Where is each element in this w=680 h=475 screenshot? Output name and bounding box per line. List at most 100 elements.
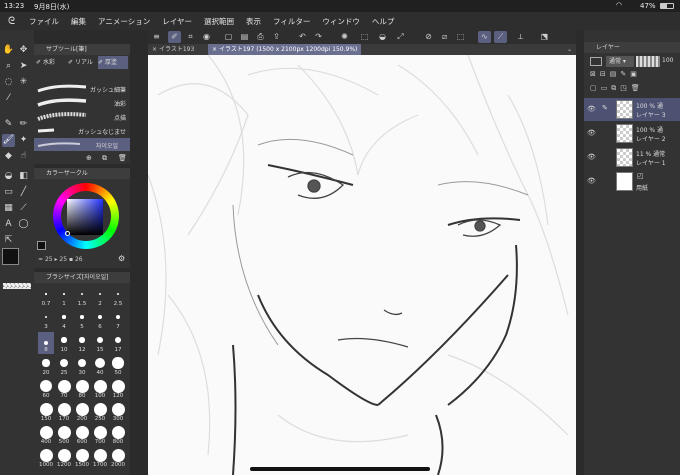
brush-size-option[interactable]	[38, 424, 54, 440]
brush-size-option[interactable]	[74, 309, 90, 325]
reference-icon[interactable]: ⬔	[538, 31, 551, 43]
eraser-icon[interactable]: ◆	[2, 150, 15, 163]
brush-size-option[interactable]	[110, 424, 126, 440]
brush-size-option[interactable]	[74, 355, 90, 371]
brush-item[interactable]: ガッシュ細筆	[34, 82, 130, 95]
merge-icon[interactable]: ⧉	[611, 84, 620, 92]
stabilization-icon[interactable]: ∿	[478, 31, 491, 43]
saturation-value-square[interactable]	[67, 199, 103, 235]
brush-size-option[interactable]	[74, 447, 90, 463]
text-icon[interactable]: A	[2, 218, 15, 231]
fill-icon[interactable]: ◒	[2, 170, 15, 183]
brush-mode-icon[interactable]: ✐	[168, 31, 181, 43]
brush-size-option[interactable]	[92, 401, 108, 417]
crop-icon[interactable]: ⧄	[438, 31, 451, 43]
pencil-icon[interactable]: ✏	[17, 118, 30, 131]
menu-edit[interactable]: 編集	[65, 16, 92, 27]
brush-size-option[interactable]	[74, 332, 90, 348]
layer-row[interactable]: 👁 100 % 通 レイヤー 2	[584, 122, 680, 145]
brush-size-option[interactable]	[56, 355, 72, 371]
tab-thick-paint[interactable]: ✐ 厚塗	[98, 56, 128, 69]
color-picker-cursor[interactable]	[65, 231, 70, 236]
transform-icon[interactable]: ⤢	[394, 31, 407, 43]
tab-watercolor[interactable]: ✐ 水彩	[36, 57, 66, 68]
draft-icon[interactable]: ✎	[620, 70, 630, 78]
export-icon[interactable]: ⇪	[270, 31, 283, 43]
blend-mode-select[interactable]: 通常 ▾	[606, 56, 634, 67]
brush-size-option[interactable]	[110, 401, 126, 417]
brush-size-option[interactable]	[56, 401, 72, 417]
transparent-color-swatch[interactable]	[3, 283, 31, 289]
ruler-toggle-icon[interactable]: ⟂	[514, 31, 527, 43]
brush-item[interactable]: ガッシュなじませ	[34, 124, 130, 137]
brush-size-option[interactable]	[56, 378, 72, 394]
brush-size-option[interactable]	[92, 355, 108, 371]
deselect-icon[interactable]: ⬚	[454, 31, 467, 43]
brush-size-option[interactable]	[92, 424, 108, 440]
layer-row[interactable]: 👁 11 % 通常 レイヤー 1	[584, 146, 680, 169]
brush-size-option[interactable]	[74, 286, 90, 302]
brush-item-selected[interactable]: 자이오일	[34, 138, 130, 151]
frame-icon[interactable]: ▦	[2, 202, 15, 215]
new-layer-icon[interactable]: ▢	[590, 84, 601, 92]
brush-size-option[interactable]	[110, 378, 126, 394]
brush-size-option[interactable]	[110, 286, 126, 302]
menu-help[interactable]: ヘルプ	[366, 16, 401, 27]
clip-icon[interactable]: ⊟	[600, 70, 610, 78]
current-color-swatch[interactable]	[37, 241, 46, 250]
pressure-icon[interactable]: ⟋	[494, 31, 507, 43]
brush-size-option[interactable]	[110, 355, 126, 371]
brush-size-option[interactable]	[110, 447, 126, 463]
brush-size-option[interactable]	[92, 286, 108, 302]
operation-icon[interactable]: ➤	[17, 60, 30, 73]
airbrush-icon[interactable]: ✦	[17, 134, 30, 147]
add-subtool-icon[interactable]: ⊕	[86, 154, 92, 162]
tab-illustration-197[interactable]: × イラスト197 (1500 x 2100px 1200dpi 150.9%)	[208, 44, 362, 55]
eye-icon[interactable]: 👁	[587, 129, 596, 137]
layer-mask-icon[interactable]: ◳	[620, 84, 631, 92]
brush-size-option[interactable]	[38, 286, 54, 302]
brush-size-option[interactable]	[74, 424, 90, 440]
reference-layer-icon[interactable]: ▤	[610, 70, 621, 78]
save-icon[interactable]: ⎙	[254, 31, 267, 43]
main-color-swatch[interactable]	[2, 248, 19, 265]
mask-icon[interactable]: ▣	[630, 70, 641, 78]
brush-size-option[interactable]	[92, 378, 108, 394]
menu-file[interactable]: ファイル	[23, 16, 65, 27]
brush-size-option[interactable]	[38, 447, 54, 463]
brush-size-option[interactable]	[56, 447, 72, 463]
menu-icon[interactable]: ≡	[150, 31, 163, 43]
brush-item[interactable]: 点描	[34, 110, 130, 123]
brush-size-option[interactable]	[110, 309, 126, 325]
brush-size-option[interactable]	[56, 332, 72, 348]
brush-size-option[interactable]	[74, 401, 90, 417]
eyedropper-icon[interactable]: ⁄	[2, 92, 15, 105]
hand-icon[interactable]: ✋	[2, 44, 15, 57]
magic-wand-icon[interactable]: ✳	[17, 76, 30, 89]
brush-size-option[interactable]	[92, 309, 108, 325]
tab-illustration-193[interactable]: × イラスト193	[148, 44, 198, 55]
line-icon[interactable]: ╱	[17, 186, 30, 199]
pen-icon[interactable]: ✎	[2, 118, 15, 131]
eye-view-icon[interactable]: ◉	[200, 31, 213, 43]
eye-icon[interactable]: 👁	[587, 177, 596, 185]
menu-layer[interactable]: レイヤー	[156, 16, 198, 27]
figure-icon[interactable]: ▭	[2, 186, 15, 199]
loading-icon[interactable]: ✺	[338, 31, 351, 43]
balloon-icon[interactable]: ◯	[17, 218, 30, 231]
lasso-icon[interactable]: ◌	[2, 76, 15, 89]
brush-size-option[interactable]	[38, 401, 54, 417]
brush-size-option[interactable]	[56, 309, 72, 325]
brush-size-option[interactable]	[38, 378, 54, 394]
brush-size-option[interactable]	[56, 286, 72, 302]
menu-window[interactable]: ウィンドウ	[316, 16, 366, 27]
layer-row[interactable]: 👁 ◰ 用紙	[584, 170, 680, 193]
eye-icon[interactable]: 👁	[587, 105, 596, 113]
ruler-icon[interactable]: ⟋	[17, 202, 30, 215]
selection-icon[interactable]: ⬚	[358, 31, 371, 43]
undo-icon[interactable]: ↶	[296, 31, 309, 43]
layer-row[interactable]: 👁 ✎ 100 % 通 レイヤー 3	[584, 98, 680, 121]
menu-filter[interactable]: フィルター	[267, 16, 316, 27]
brush-icon[interactable]: 🖌	[2, 134, 15, 147]
brush-size-option[interactable]	[38, 309, 54, 325]
